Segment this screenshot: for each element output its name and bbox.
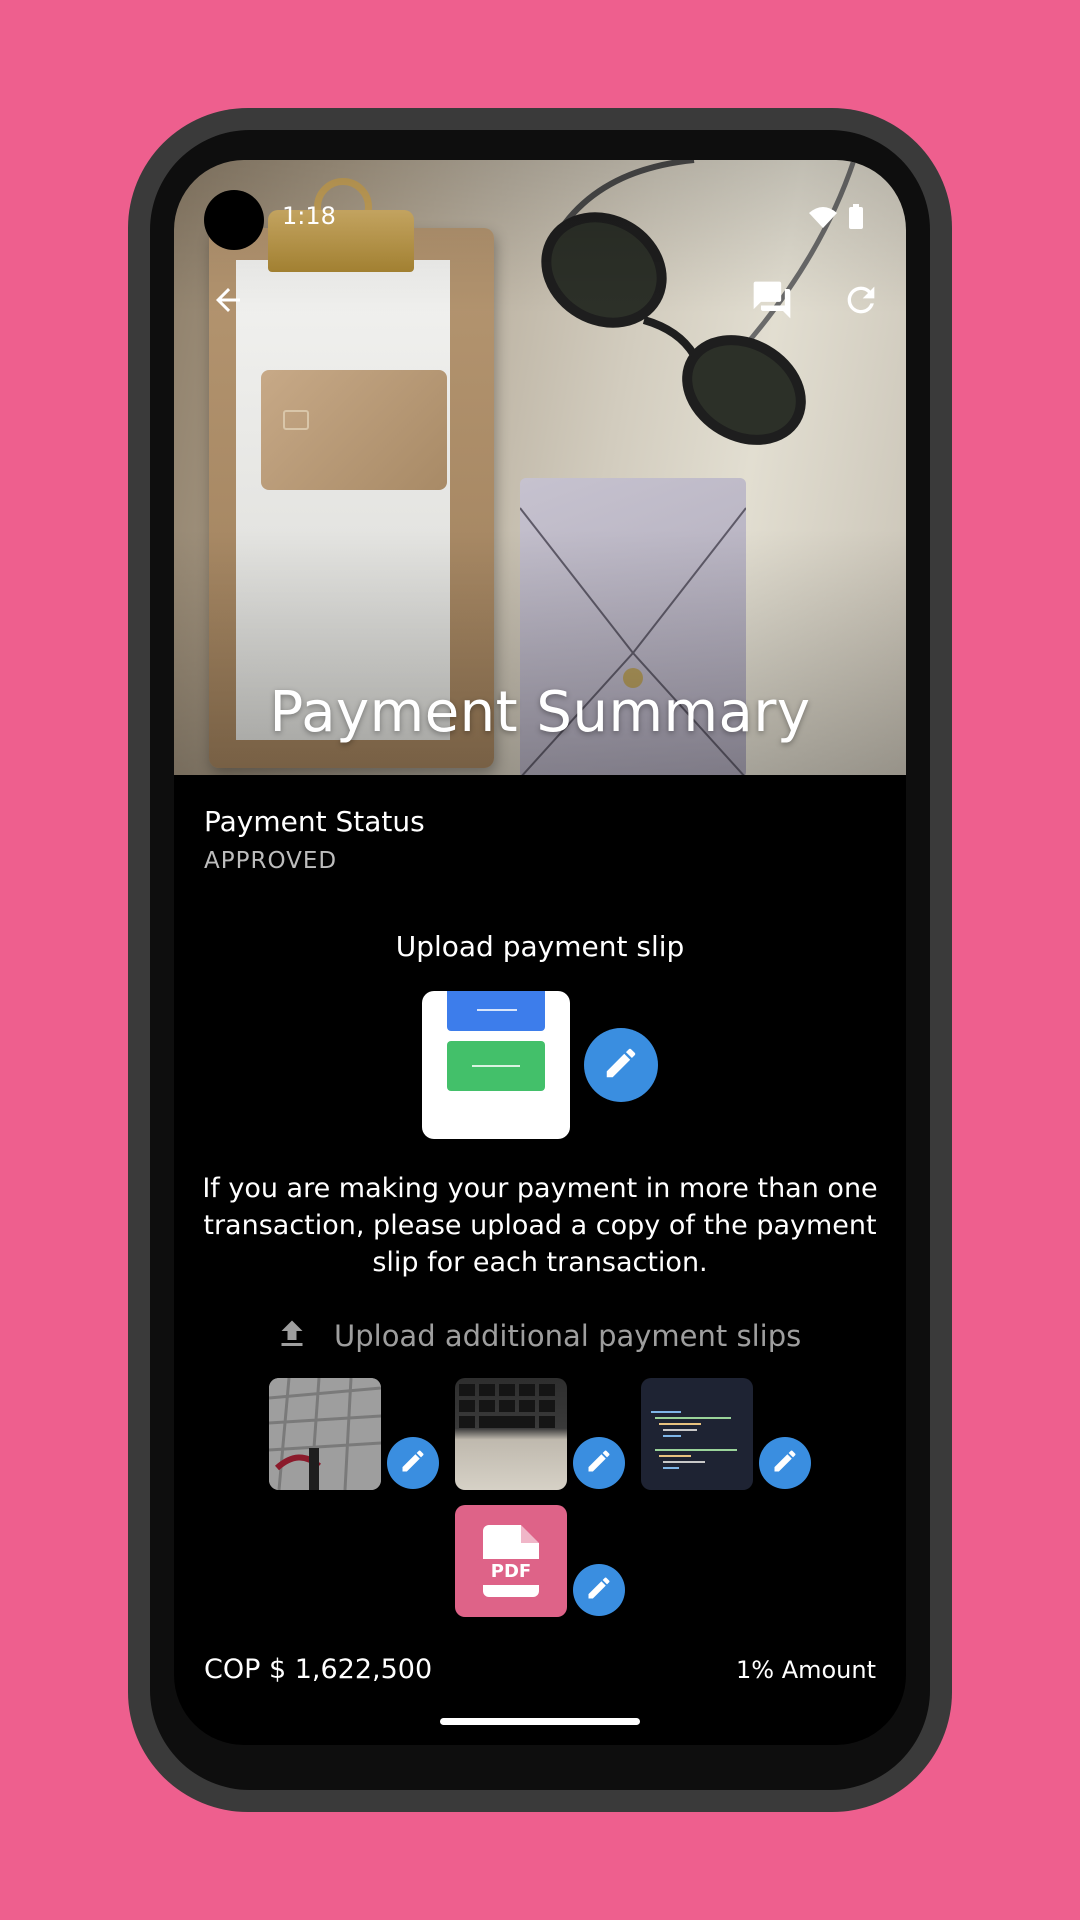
chat-button[interactable] — [748, 278, 796, 326]
pencil-icon — [602, 1044, 640, 1086]
edit-additional-slip-button[interactable] — [387, 1437, 439, 1489]
pdf-file-icon: PDF — [475, 1525, 547, 1597]
status-time: 1:18 — [282, 202, 336, 230]
pencil-icon — [771, 1447, 799, 1479]
additional-slip-thumbnail[interactable] — [455, 1378, 567, 1490]
forum-icon — [750, 278, 794, 326]
home-indicator[interactable] — [440, 1718, 640, 1725]
edit-payment-slip-button[interactable] — [584, 1028, 658, 1102]
camera-cutout — [204, 190, 264, 250]
status-bar: 1:18 — [174, 160, 906, 250]
edit-pdf-slip-button[interactable] — [573, 1564, 625, 1616]
refresh-icon — [841, 280, 881, 324]
upload-additional-label: Upload additional payment slips — [334, 1319, 802, 1353]
total-amount: COP $ 1,622,500 — [204, 1654, 433, 1685]
pdf-slip-thumbnail[interactable]: PDF — [455, 1505, 567, 1617]
header-image: 1:18 Payment Summary — [174, 160, 906, 775]
pdf-label: PDF — [475, 1559, 547, 1585]
wifi-icon — [808, 205, 838, 233]
upload-icon — [274, 1316, 310, 1356]
additional-slip-thumbnail[interactable] — [641, 1378, 753, 1490]
payment-status-value: APPROVED — [204, 848, 338, 874]
pencil-icon — [585, 1574, 613, 1606]
back-button[interactable] — [204, 278, 252, 326]
payment-status-label: Payment Status — [204, 805, 425, 838]
battery-icon — [848, 204, 864, 234]
payment-slip-thumbnail[interactable] — [422, 991, 570, 1139]
percent-amount: 1% Amount — [735, 1656, 876, 1684]
arrow-left-icon — [210, 282, 246, 322]
additional-slip-thumbnail[interactable] — [269, 1378, 381, 1490]
edit-additional-slip-button[interactable] — [759, 1437, 811, 1489]
multiple-transactions-info: If you are making your payment in more t… — [202, 1173, 878, 1278]
pencil-icon — [399, 1447, 427, 1479]
pencil-icon — [585, 1447, 613, 1479]
refresh-button[interactable] — [837, 278, 885, 326]
upload-slip-title: Upload payment slip — [395, 930, 685, 963]
edit-additional-slip-button[interactable] — [573, 1437, 625, 1489]
upload-additional-slips-button[interactable]: Upload additional payment slips — [274, 1316, 801, 1356]
status-icons — [808, 204, 864, 234]
app-screen: 1:18 Payment Summary Payment Status APPR… — [174, 160, 906, 1745]
page-title: Payment Summary — [269, 680, 811, 745]
